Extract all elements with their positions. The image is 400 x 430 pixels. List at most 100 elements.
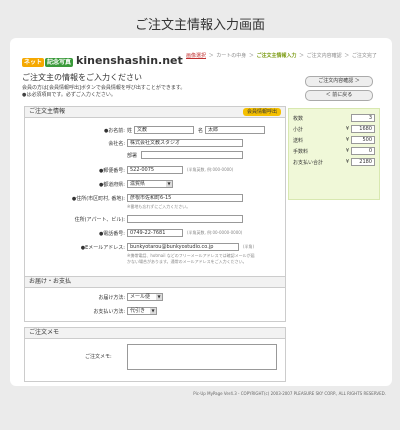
summary-value: 500 [351,136,375,144]
prefecture-value: 滋賀県 [130,181,146,187]
summary-row-count: 枚数 3 [293,113,375,123]
name-label: ●お名前: [103,127,125,134]
back-button[interactable]: ＜ 前に戻る [305,90,373,101]
tel-note: (半角英数, 例:00-0000-0000) [187,230,243,235]
section-header: お届け・お支払 [25,277,285,288]
section-title: お届け・お支払 [29,278,72,285]
step-breadcrumb: 画像選択 ＞ カートの中身 ＞ ご注文主情報入力 ＞ ご注文内容確認 ＞ ご注文… [186,52,378,59]
summary-value: 2180 [351,158,375,166]
memo-label: ご注文メモ: [85,354,112,360]
yen-sign: ¥ [345,148,349,154]
step-image-select[interactable]: 画像選択 [186,53,206,59]
email-input[interactable]: bunkyotarou@bunkyostudio.co.jp [127,243,239,251]
intro-line2: ●は必須項目です。必ずご入力ください。 [22,92,116,98]
email-note: (半角) [243,244,255,249]
address2-label: 住所(アパート、ビル): [74,216,125,223]
summary-value: 0 [351,147,375,155]
address2-input[interactable] [127,215,243,223]
company-label: 会社名: [108,140,125,147]
row-address2: 住所(アパート、ビル): [25,214,287,224]
chevron-down-icon: ▼ [150,308,156,314]
row-company: 会社名: 株式会社文教スタジオ [25,138,287,148]
first-name-input[interactable]: 太郎 [205,126,265,134]
step-arrow: ＞ [299,53,305,59]
delivery-method-value: メール便 [130,294,151,300]
summary-row-total: お支払い合計 ¥ 2180 [293,157,375,167]
sei-label: 姓 [127,127,133,134]
payment-method-value: 代引き [130,308,146,314]
zip-label: ●郵便番号: [98,167,125,174]
logo-name: kinenshashin.net [76,54,183,67]
delivery-section: お届け・お支払 お届け方法: メール便 ▼ お支払い方法: 代引き ▼ [24,276,286,322]
section-title: ご注文主情報 [29,108,66,115]
row-delivery-method: お届け方法: メール便 ▼ [25,292,287,302]
tel-label: ●電話番号: [98,230,125,237]
yen-sign: ¥ [345,126,349,132]
summary-row-subtotal: 小計 ¥ 1680 [293,124,375,134]
confirm-order-button[interactable]: ご注文内容確認 ＞ [305,76,373,87]
summary-row-shipping: 送料 ¥ 500 [293,135,375,145]
yen-sign: ¥ [345,137,349,143]
summary-label: 手数料 [293,148,309,155]
step-orderer-input: ご注文主情報入力 [256,53,297,59]
payment-method-label: お支払い方法: [93,308,125,315]
step-arrow: ＞ [344,53,350,59]
chevron-down-icon: ▼ [166,181,172,187]
summary-label: 小計 [293,126,304,133]
site-logo[interactable]: ネット 記念写真 kinenshashin.net [22,54,183,67]
row-zip: ●郵便番号: 522-0075 (半角英数, 例:000-0000) [25,165,287,175]
summary-label: 送料 [293,137,304,144]
logo-tag-photo: 記念写真 [45,57,74,67]
footer-copyright: Pic-Up MyPage Ver4.3 - COPYRIGHT(c) 2003… [193,391,386,396]
address-input[interactable]: 彦根市佐和町6-15 [127,194,243,202]
step-cart: カートの中身 [216,53,247,59]
step-arrow: ＞ [248,53,254,59]
dept-label: 部署 [127,152,138,159]
section-header: ご注文主情報 会員情報呼出 [25,107,285,118]
tel-input[interactable]: 0749-22-7681 [127,229,183,237]
member-call-button[interactable]: 会員情報呼出 [242,108,281,116]
last-name-input[interactable]: 文教 [134,126,194,134]
page-title: ご注文主情報入力画面 [134,18,265,33]
dept-input[interactable] [141,151,243,159]
step-confirm: ご注文内容確認 [306,53,342,59]
pref-label: ●都道府県: [98,181,125,188]
row-pref: ●都道府県: 滋賀県 ▼ [25,179,287,189]
email-note-3: かない場合があります。通常のメールアドレスをご入力ください。 [127,259,247,264]
summary-row-fee: 手数料 ¥ 0 [293,146,375,156]
intro-line1: 会員の方は[会員情報呼出]ボタンで会員情報を呼び出すことができます。 [22,85,186,91]
summary-label: 枚数 [293,115,304,122]
logo-tag-net: ネット [22,57,45,67]
delivery-method-select[interactable]: メール便 ▼ [127,293,163,301]
row-tel: ●電話番号: 0749-22-7681 (半角英数, 例:00-0000-000… [25,228,287,238]
main-card: ネット 記念写真 kinenshashin.net 画像選択 ＞ カートの中身 ＞ … [10,38,392,386]
address-note: ※番地も忘れずにご入力ください。 [127,204,191,209]
payment-method-select[interactable]: 代引き ▼ [127,307,157,315]
row-email: ●Eメールアドレス: bunkyotarou@bunkyostudio.co.j… [25,242,287,252]
delivery-method-label: お届け方法: [98,294,125,301]
step-complete: ご注文完了 [351,53,377,59]
order-summary: 枚数 3 小計 ¥ 1680 送料 ¥ 500 手数料 ¥ 0 お支払い合計 ¥… [288,108,380,200]
section-title: ご注文メモ [29,329,60,336]
memo-textarea[interactable] [127,344,277,370]
section-header: ご注文メモ [25,328,285,339]
intro: ご注文主の情報をご入力ください 会員の方は[会員情報呼出]ボタンで会員情報を呼び… [22,72,262,99]
step-arrow: ＞ [208,53,214,59]
company-input[interactable]: 株式会社文教スタジオ [127,139,243,147]
address-label: ●住所(市区町村, 番地): [71,195,125,202]
mei-label: 名 [198,127,204,134]
email-label: ●Eメールアドレス: [80,244,125,251]
row-address: ●住所(市区町村, 番地): 彦根市佐和町6-15 [25,193,287,203]
zip-input[interactable]: 522-0075 [127,166,183,174]
row-payment-method: お支払い方法: 代引き ▼ [25,306,287,316]
row-dept: 部署 [25,150,287,160]
chevron-down-icon: ▼ [156,294,162,300]
zip-note: (半角英数, 例:000-0000) [187,167,234,172]
memo-section: ご注文メモ ご注文メモ: [24,327,286,382]
row-name: ●お名前: 姓 文教 名 太郎 [25,125,287,135]
summary-value: 1680 [351,125,375,133]
intro-heading: ご注文主の情報をご入力ください [22,73,142,82]
summary-value: 3 [351,114,375,122]
prefecture-select[interactable]: 滋賀県 ▼ [127,180,173,188]
yen-sign: ¥ [345,159,349,165]
